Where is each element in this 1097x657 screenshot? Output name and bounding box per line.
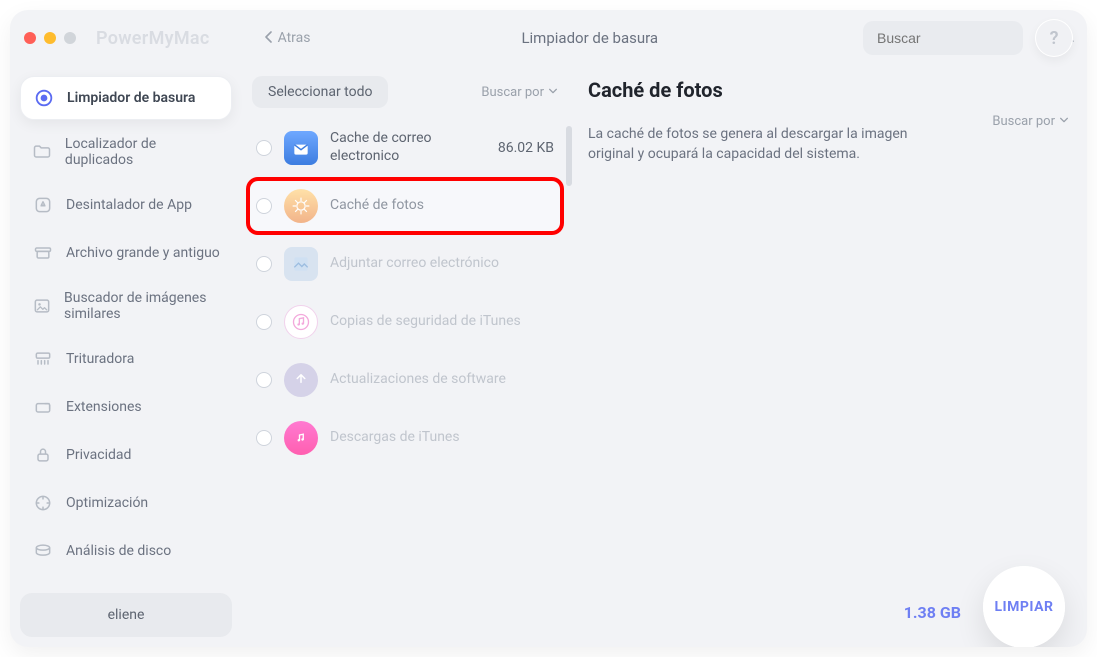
chevron-left-icon bbox=[264, 31, 274, 47]
category-radio[interactable] bbox=[256, 372, 272, 388]
sidebar-nav: Limpiador de basura Localizador de dupli… bbox=[20, 76, 232, 573]
attachment-icon bbox=[284, 247, 318, 281]
clean-button[interactable]: LIMPIAR bbox=[983, 566, 1065, 647]
sidebar-item-label: Trituradora bbox=[66, 351, 134, 367]
target-icon bbox=[33, 87, 55, 109]
detail-title: Caché de fotos bbox=[588, 78, 1069, 102]
category-label: Cache de correo electronico bbox=[330, 130, 486, 165]
detail-sort-label: Buscar por bbox=[992, 114, 1055, 129]
extensions-icon bbox=[32, 396, 54, 418]
sidebar-item-large-old-files[interactable]: Archivo grande y antiguo bbox=[20, 232, 232, 274]
app-icon bbox=[32, 194, 54, 216]
app-name: PowerMyMac bbox=[96, 28, 210, 49]
category-size: 86.02 KB bbox=[498, 140, 554, 156]
sidebar-item-label: Privacidad bbox=[66, 447, 131, 463]
category-label: Actualizaciones de software bbox=[330, 371, 554, 389]
sidebar: Limpiador de basura Localizador de dupli… bbox=[10, 66, 240, 647]
back-button[interactable]: Atras bbox=[258, 26, 317, 50]
user-name: eliene bbox=[108, 607, 145, 623]
category-radio[interactable] bbox=[256, 256, 272, 272]
search-input[interactable] bbox=[875, 29, 1060, 47]
shredder-icon bbox=[32, 348, 54, 370]
search-field[interactable] bbox=[863, 21, 1023, 55]
sidebar-item-optimization[interactable]: Optimización bbox=[20, 482, 232, 524]
category-row-mail-attachments[interactable]: Adjuntar correo electrónico bbox=[246, 235, 564, 293]
window-minimize-button[interactable] bbox=[44, 32, 56, 44]
category-row-software-updates[interactable]: Actualizaciones de software bbox=[246, 351, 564, 409]
category-label: Copias de seguridad de iTunes bbox=[330, 313, 554, 331]
category-radio[interactable] bbox=[256, 140, 272, 156]
window-close-button[interactable] bbox=[24, 32, 36, 44]
category-radio[interactable] bbox=[256, 314, 272, 330]
sidebar-item-shredder[interactable]: Trituradora bbox=[20, 338, 232, 380]
sidebar-item-junk-cleaner[interactable]: Limpiador de basura bbox=[20, 76, 232, 120]
image-icon bbox=[32, 295, 52, 317]
sidebar-item-privacy[interactable]: Privacidad bbox=[20, 434, 232, 476]
category-list: Cache de correo electronico 86.02 KB Cac… bbox=[246, 118, 564, 637]
category-label: Descargas de iTunes bbox=[330, 429, 554, 447]
category-row-photo-cache[interactable]: Caché de fotos bbox=[246, 177, 564, 235]
category-label: Adjuntar correo electrónico bbox=[330, 255, 554, 273]
sidebar-item-label: Análisis de disco bbox=[66, 543, 171, 559]
body: Limpiador de basura Localizador de dupli… bbox=[10, 66, 1087, 647]
category-panel: Seleccionar todo Buscar por Cache de cor… bbox=[240, 66, 570, 647]
sidebar-item-label: Archivo grande y antiguo bbox=[66, 245, 220, 261]
sidebar-item-label: Localizador de duplicados bbox=[65, 136, 220, 168]
photo-icon bbox=[284, 189, 318, 223]
disk-icon bbox=[32, 540, 54, 562]
category-row-itunes-downloads[interactable]: Descargas de iTunes bbox=[246, 409, 564, 467]
category-row-itunes-backups[interactable]: Copias de seguridad de iTunes bbox=[246, 293, 564, 351]
mail-icon bbox=[284, 131, 318, 165]
back-label: Atras bbox=[278, 30, 311, 46]
category-radio[interactable] bbox=[256, 198, 272, 214]
archive-icon bbox=[32, 242, 54, 264]
footer: 1.38 GB LIMPIAR bbox=[882, 577, 1087, 647]
sidebar-item-label: Extensiones bbox=[66, 399, 142, 415]
category-panel-header: Seleccionar todo Buscar por bbox=[246, 76, 564, 118]
sidebar-item-label: Desintalador de App bbox=[66, 197, 192, 213]
category-row-mail-cache[interactable]: Cache de correo electronico 86.02 KB bbox=[246, 118, 564, 177]
sidebar-item-label: Buscador de imágenes similares bbox=[64, 290, 220, 322]
sidebar-item-label: Optimización bbox=[66, 495, 148, 511]
sort-label: Buscar por bbox=[481, 85, 544, 100]
help-button[interactable]: ? bbox=[1035, 19, 1073, 57]
detail-sort-dropdown[interactable]: Buscar por bbox=[992, 114, 1069, 129]
chevron-down-icon bbox=[1059, 114, 1069, 129]
itunes-download-icon bbox=[284, 421, 318, 455]
total-size: 1.38 GB bbox=[904, 603, 961, 622]
help-icon: ? bbox=[1050, 28, 1059, 49]
detail-panel: Caché de fotos La caché de fotos se gene… bbox=[570, 66, 1087, 647]
chevron-down-icon bbox=[548, 85, 558, 100]
category-sort-dropdown[interactable]: Buscar por bbox=[481, 85, 558, 100]
sidebar-item-disk-analysis[interactable]: Análisis de disco bbox=[20, 530, 232, 572]
clean-label: LIMPIAR bbox=[994, 599, 1053, 615]
sidebar-item-similar-images[interactable]: Buscador de imágenes similares bbox=[20, 280, 232, 332]
category-label: Caché de fotos bbox=[330, 197, 554, 215]
folder-icon bbox=[32, 141, 53, 163]
traffic-lights bbox=[24, 32, 76, 44]
category-radio[interactable] bbox=[256, 430, 272, 446]
sidebar-item-label: Limpiador de basura bbox=[67, 90, 195, 106]
sidebar-item-app-uninstaller[interactable]: Desintalador de App bbox=[20, 184, 232, 226]
select-all-label: Seleccionar todo bbox=[268, 84, 372, 100]
app-window: PowerMyMac Atras Limpiador de basura ? bbox=[10, 10, 1087, 647]
header-title: Limpiador de basura bbox=[521, 29, 658, 47]
optimize-icon bbox=[32, 492, 54, 514]
lock-icon bbox=[32, 444, 54, 466]
sidebar-item-duplicate-finder[interactable]: Localizador de duplicados bbox=[20, 126, 232, 178]
header: PowerMyMac Atras Limpiador de basura ? bbox=[10, 10, 1087, 66]
sidebar-item-extensions[interactable]: Extensiones bbox=[20, 386, 232, 428]
software-update-icon bbox=[284, 363, 318, 397]
window-zoom-button[interactable] bbox=[64, 32, 76, 44]
user-account-button[interactable]: eliene bbox=[20, 593, 232, 637]
itunes-backup-icon bbox=[284, 305, 318, 339]
select-all-button[interactable]: Seleccionar todo bbox=[252, 76, 388, 108]
detail-description: La caché de fotos se genera al descargar… bbox=[588, 124, 948, 165]
